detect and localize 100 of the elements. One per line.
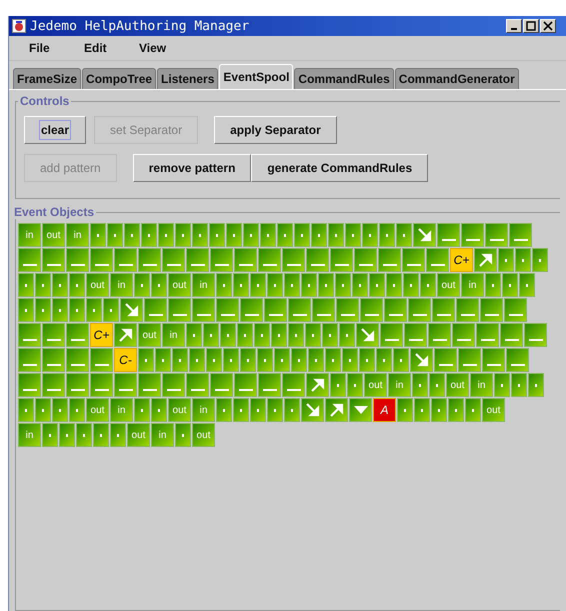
dash-event-tile[interactable]	[258, 248, 281, 272]
event-tile[interactable]: in	[192, 398, 215, 422]
dash-event-tile[interactable]	[432, 298, 455, 322]
tab[interactable]: CommandGenerator	[394, 68, 519, 89]
event-tile[interactable]	[356, 323, 379, 347]
close-button[interactable]	[540, 19, 556, 33]
action-button[interactable]: apply Separator	[214, 116, 337, 144]
dot-event-tile[interactable]	[107, 223, 123, 247]
tab[interactable]: FrameSize	[13, 68, 82, 89]
dot-event-tile[interactable]	[18, 298, 34, 322]
dot-event-tile[interactable]	[216, 273, 232, 297]
dash-event-tile[interactable]	[500, 323, 523, 347]
dash-event-tile[interactable]	[509, 223, 532, 247]
dot-event-tile[interactable]	[233, 398, 249, 422]
action-button[interactable]: clear	[24, 116, 86, 144]
event-tile[interactable]: out	[168, 273, 191, 297]
tab[interactable]: CompoTree	[82, 68, 156, 89]
dot-event-tile[interactable]	[35, 398, 51, 422]
dot-event-tile[interactable]	[233, 273, 249, 297]
minimize-button[interactable]	[506, 19, 522, 33]
dot-event-tile[interactable]	[397, 398, 413, 422]
dash-event-tile[interactable]	[18, 348, 41, 372]
dot-event-tile[interactable]	[429, 373, 445, 397]
dot-event-tile[interactable]	[376, 348, 392, 372]
dash-event-tile[interactable]	[66, 323, 89, 347]
event-tile[interactable]: in	[110, 273, 133, 297]
dash-event-tile[interactable]	[384, 298, 407, 322]
maximize-button[interactable]	[523, 19, 539, 33]
dash-event-tile[interactable]	[66, 348, 89, 372]
dash-event-tile[interactable]	[168, 298, 191, 322]
dot-event-tile[interactable]	[362, 223, 378, 247]
dash-event-tile[interactable]	[192, 298, 215, 322]
dot-event-tile[interactable]	[90, 223, 106, 247]
dot-event-tile[interactable]	[369, 273, 385, 297]
event-tile[interactable]	[349, 398, 372, 422]
dot-event-tile[interactable]	[52, 298, 68, 322]
event-tile[interactable]: out	[364, 373, 387, 397]
dot-event-tile[interactable]	[328, 223, 344, 247]
dash-event-tile[interactable]	[404, 323, 427, 347]
dash-event-tile[interactable]	[480, 298, 503, 322]
dash-event-tile[interactable]	[380, 323, 403, 347]
dash-event-tile[interactable]	[402, 248, 425, 272]
dash-event-tile[interactable]	[452, 323, 475, 347]
dot-event-tile[interactable]	[254, 323, 270, 347]
dot-event-tile[interactable]	[186, 323, 202, 347]
event-tile[interactable]: in	[18, 223, 41, 247]
dot-event-tile[interactable]	[18, 273, 34, 297]
event-tile[interactable]: out	[138, 323, 161, 347]
dot-event-tile[interactable]	[284, 273, 300, 297]
event-tile[interactable]: out	[42, 223, 65, 247]
dash-event-tile[interactable]	[216, 298, 239, 322]
event-tile[interactable]: in	[66, 223, 89, 247]
dot-event-tile[interactable]	[42, 423, 58, 447]
event-tile[interactable]: in	[192, 273, 215, 297]
dot-event-tile[interactable]	[257, 348, 273, 372]
dash-event-tile[interactable]	[114, 248, 137, 272]
event-tile[interactable]	[413, 223, 436, 247]
dash-event-tile[interactable]	[524, 323, 547, 347]
dash-event-tile[interactable]	[437, 223, 460, 247]
dash-event-tile[interactable]	[378, 248, 401, 272]
dot-event-tile[interactable]	[18, 398, 34, 422]
dot-event-tile[interactable]	[511, 373, 527, 397]
dash-event-tile[interactable]	[306, 248, 329, 272]
dash-event-tile[interactable]	[186, 373, 209, 397]
dot-event-tile[interactable]	[335, 273, 351, 297]
dot-event-tile[interactable]	[412, 373, 428, 397]
dot-event-tile[interactable]	[465, 398, 481, 422]
dash-event-tile[interactable]	[144, 298, 167, 322]
dash-event-tile[interactable]	[264, 298, 287, 322]
dot-event-tile[interactable]	[220, 323, 236, 347]
event-tile[interactable]	[474, 248, 497, 272]
key-event-tile[interactable]: C+	[90, 323, 113, 347]
event-tile[interactable]: out	[168, 398, 191, 422]
event-tile[interactable]: out	[86, 273, 109, 297]
dash-event-tile[interactable]	[18, 248, 41, 272]
dot-event-tile[interactable]	[226, 223, 242, 247]
dot-event-tile[interactable]	[260, 223, 276, 247]
dot-event-tile[interactable]	[110, 423, 126, 447]
dot-event-tile[interactable]	[277, 223, 293, 247]
dot-event-tile[interactable]	[420, 273, 436, 297]
dash-event-tile[interactable]	[288, 298, 311, 322]
dot-event-tile[interactable]	[141, 223, 157, 247]
dot-event-tile[interactable]	[519, 273, 535, 297]
key-event-tile[interactable]: A	[373, 398, 396, 422]
dash-event-tile[interactable]	[458, 348, 481, 372]
dot-event-tile[interactable]	[386, 273, 402, 297]
event-tile[interactable]: in	[388, 373, 411, 397]
dash-event-tile[interactable]	[461, 223, 484, 247]
dash-event-tile[interactable]	[42, 373, 65, 397]
dot-event-tile[interactable]	[175, 423, 191, 447]
dot-event-tile[interactable]	[532, 248, 548, 272]
dot-event-tile[interactable]	[403, 273, 419, 297]
dot-event-tile[interactable]	[59, 423, 75, 447]
dot-event-tile[interactable]	[515, 248, 531, 272]
event-tile[interactable]: out	[482, 398, 505, 422]
menu-item[interactable]: File	[29, 41, 84, 55]
action-button[interactable]: generate CommandRules	[251, 154, 428, 182]
dash-event-tile[interactable]	[434, 348, 457, 372]
event-tile[interactable]	[410, 348, 433, 372]
dot-event-tile[interactable]	[502, 273, 518, 297]
